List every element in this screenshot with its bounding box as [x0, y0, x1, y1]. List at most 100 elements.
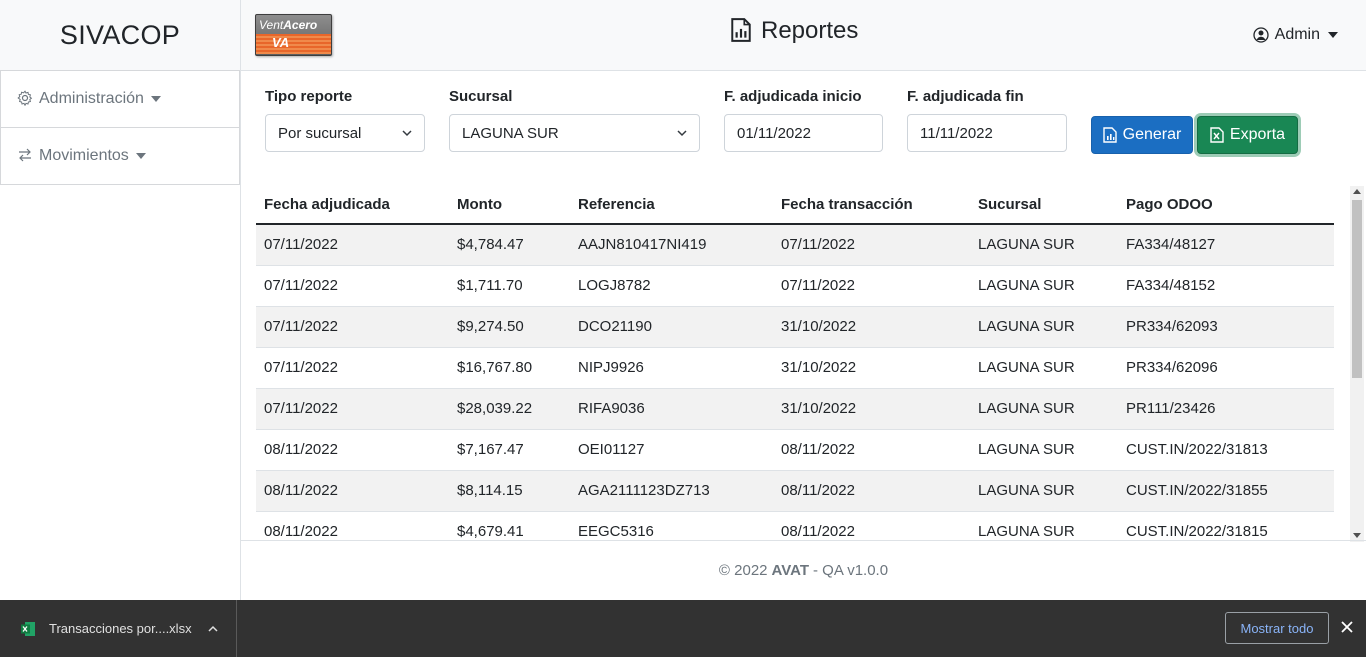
caret-down-icon	[1328, 32, 1338, 38]
sucursal-cell: LAGUNA SUR	[970, 265, 1118, 307]
footer-version: - QA v1.0.0	[813, 562, 889, 579]
fecha-adjudicada-cell: 07/11/2022	[256, 306, 449, 348]
pago-odoo-cell: FA334/48127	[1118, 224, 1334, 266]
col-pago-odoo: Pago ODOO	[1118, 186, 1334, 225]
col-monto: Monto	[449, 186, 570, 225]
pago-odoo-cell: PR334/62093	[1118, 306, 1334, 348]
fecha-adjudicada-cell: 07/11/2022	[256, 265, 449, 307]
referencia-cell: OEI01127	[570, 429, 773, 471]
report-file-icon	[731, 18, 753, 44]
referencia-cell: AAJN810417NI419	[570, 224, 773, 266]
scroll-up-icon[interactable]	[1353, 189, 1361, 194]
chevron-down-icon	[402, 130, 412, 137]
download-bar: Transacciones por....xlsx Mostrar todo	[0, 600, 1366, 657]
generar-label: Generar	[1122, 126, 1182, 143]
referencia-cell: AGA2111123DZ713	[570, 470, 773, 512]
table-row[interactable]: 07/11/2022 $9,274.50 DCO21190 31/10/2022 LAG…	[256, 306, 1334, 348]
file-excel-icon	[1210, 127, 1224, 143]
table-row[interactable]: 08/11/2022 $8,114.15 AGA2111123DZ713 08/11/…	[256, 470, 1334, 512]
referencia-cell: EEGC5316	[570, 511, 773, 540]
pago-odoo-cell: PR334/62096	[1118, 347, 1334, 389]
sidebar-item-label: Movimientos	[39, 147, 129, 164]
user-menu[interactable]: Admin	[1252, 26, 1338, 44]
tipo-reporte-select[interactable]: Por sucursal	[265, 114, 425, 152]
sucursal-cell: LAGUNA SUR	[970, 511, 1118, 540]
fecha-fin-input[interactable]: 11/11/2022	[907, 114, 1067, 152]
user-circle-icon	[1252, 26, 1270, 44]
page-title-text: Reportes	[761, 17, 859, 44]
arrows-exchange-icon	[17, 147, 35, 165]
scrollbar-thumb[interactable]	[1352, 200, 1362, 378]
user-name: Admin	[1274, 26, 1320, 43]
sucursal-value: LAGUNA SUR	[462, 124, 559, 142]
table-header-row: Fecha adjudicada Monto Referencia Fecha …	[256, 186, 1334, 225]
fecha-adjudicada-cell: 07/11/2022	[256, 224, 449, 266]
sucursal-cell: LAGUNA SUR	[970, 347, 1118, 389]
file-chart-icon	[1102, 127, 1117, 143]
sidebar-item-administracion[interactable]: Administración	[0, 70, 240, 128]
caret-down-icon	[150, 96, 161, 102]
monto-cell: $1,711.70	[449, 265, 570, 307]
sucursal-select[interactable]: LAGUNA SUR	[449, 114, 700, 152]
report-table-container[interactable]: Fecha adjudicada Monto Referencia Fecha …	[256, 186, 1334, 540]
tipo-reporte-label: Tipo reporte	[265, 88, 353, 105]
table-row[interactable]: 08/11/2022 $4,679.41 EEGC5316 08/11/2022 LAG…	[256, 511, 1334, 540]
scroll-down-icon[interactable]	[1353, 533, 1361, 538]
fecha-adjudicada-cell: 08/11/2022	[256, 429, 449, 471]
monto-cell: $4,784.47	[449, 224, 570, 266]
sidebar-item-movimientos[interactable]: Movimientos	[0, 127, 240, 185]
fecha-transaccion-cell: 31/10/2022	[773, 347, 970, 389]
tipo-reporte-value: Por sucursal	[278, 124, 362, 142]
table-row[interactable]: 07/11/2022 $1,711.70 LOGJ8782 07/11/2022 LAG…	[256, 265, 1334, 307]
close-icon[interactable]	[1340, 620, 1354, 634]
monto-cell: $8,114.15	[449, 470, 570, 512]
sucursal-cell: LAGUNA SUR	[970, 388, 1118, 430]
fecha-transaccion-cell: 08/11/2022	[773, 511, 970, 540]
fecha-fin-group: F. adjudicada fin 11/11/2022	[907, 88, 1067, 152]
col-fecha-transaccion: Fecha transacción	[773, 186, 970, 225]
fecha-transaccion-cell: 07/11/2022	[773, 224, 970, 266]
col-referencia: Referencia	[570, 186, 773, 225]
fecha-adjudicada-cell: 07/11/2022	[256, 388, 449, 430]
generar-button[interactable]: Generar	[1091, 116, 1193, 154]
table-row[interactable]: 07/11/2022 $16,767.80 NIPJ9926 31/10/2022 LA…	[256, 347, 1334, 389]
fecha-inicio-label: F. adjudicada inicio	[724, 88, 862, 105]
fecha-inicio-value: 01/11/2022	[737, 124, 811, 142]
fecha-transaccion-cell: 08/11/2022	[773, 470, 970, 512]
pago-odoo-cell: CUST.IN/2022/31815	[1118, 511, 1334, 540]
report-table: Fecha adjudicada Monto Referencia Fecha …	[256, 186, 1334, 540]
monto-cell: $16,767.80	[449, 347, 570, 389]
show-all-button[interactable]: Mostrar todo	[1225, 612, 1329, 644]
footer-copyright: © 2022	[718, 562, 768, 579]
chevron-up-icon[interactable]	[208, 624, 218, 634]
sucursal-cell: LAGUNA SUR	[970, 470, 1118, 512]
brand-title[interactable]: SIVACOP	[0, 0, 240, 71]
fecha-fin-value: 11/11/2022	[920, 124, 993, 142]
fecha-fin-label: F. adjudicada fin	[907, 88, 1024, 105]
sucursal-cell: LAGUNA SUR	[970, 224, 1118, 266]
pago-odoo-cell: FA334/48152	[1118, 265, 1334, 307]
fecha-transaccion-cell: 07/11/2022	[773, 265, 970, 307]
fecha-transaccion-cell: 08/11/2022	[773, 429, 970, 471]
referencia-cell: LOGJ8782	[570, 265, 773, 307]
sucursal-group: Sucursal LAGUNA SUR	[449, 88, 700, 152]
sidebar-item-label: Administración	[39, 90, 144, 107]
table-row[interactable]: 07/11/2022 $4,784.47 AAJN810417NI419 07/11/…	[256, 224, 1334, 266]
referencia-cell: DCO21190	[570, 306, 773, 348]
table-scrollbar[interactable]	[1350, 186, 1364, 542]
caret-down-icon	[135, 153, 146, 159]
download-item[interactable]: Transacciones por....xlsx	[0, 600, 237, 657]
fecha-inicio-input[interactable]: 01/11/2022	[724, 114, 883, 152]
table-row[interactable]: 07/11/2022 $28,039.22 RIFA9036 31/10/2022 LA…	[256, 388, 1334, 430]
ventacero-logo[interactable]: VentAcero VA	[255, 14, 332, 56]
table-row[interactable]: 08/11/2022 $7,167.47 OEI01127 08/11/2022 LAG…	[256, 429, 1334, 471]
fecha-adjudicada-cell: 07/11/2022	[256, 347, 449, 389]
fecha-transaccion-cell: 31/10/2022	[773, 306, 970, 348]
footer: © 2022 AVAT - QA v1.0.0	[241, 541, 1366, 600]
monto-cell: $4,679.41	[449, 511, 570, 540]
fecha-adjudicada-cell: 08/11/2022	[256, 470, 449, 512]
exporta-button[interactable]: Exporta	[1197, 116, 1298, 154]
page-title: Reportes	[731, 17, 858, 45]
footer-company: AVAT	[771, 562, 810, 579]
monto-cell: $28,039.22	[449, 388, 570, 430]
